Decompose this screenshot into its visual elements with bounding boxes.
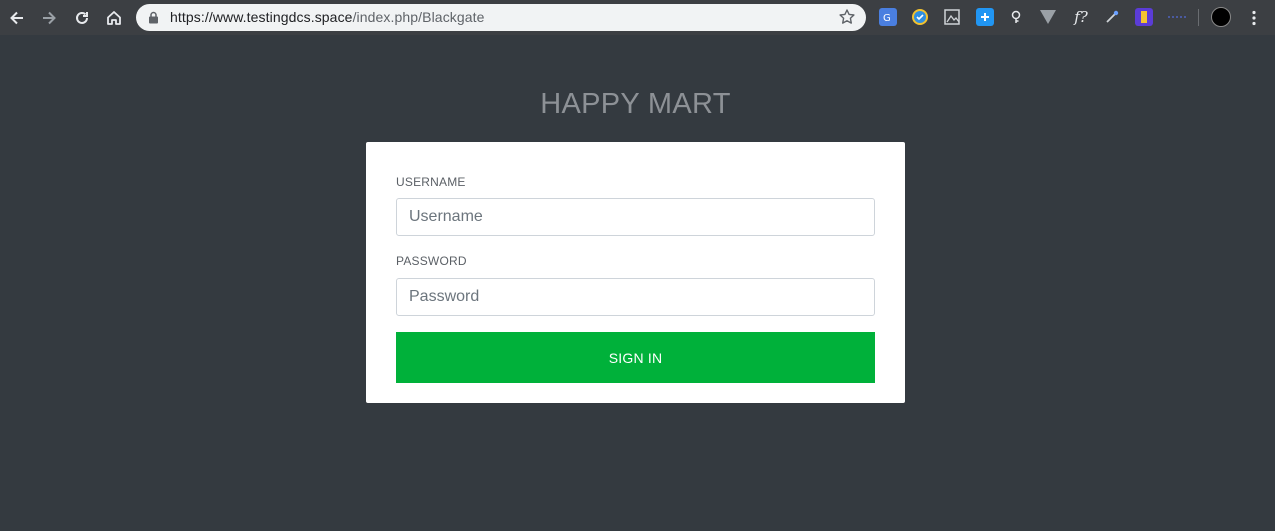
url-path: /index.php/Blackgate bbox=[352, 9, 485, 25]
font-extension-icon[interactable]: f? bbox=[1070, 8, 1092, 26]
dots-extension-icon[interactable] bbox=[1166, 8, 1188, 26]
login-card: USERNAME PASSWORD SIGN IN bbox=[366, 142, 905, 403]
brand-title: HAPPY MART bbox=[540, 88, 731, 120]
reload-button[interactable] bbox=[70, 6, 94, 30]
plus-extension-icon[interactable] bbox=[976, 8, 994, 26]
reload-icon bbox=[76, 11, 88, 24]
url-text: https://www.testingdcs.space/index.php/B… bbox=[170, 9, 485, 25]
star-icon[interactable] bbox=[838, 8, 856, 26]
lock-icon bbox=[149, 11, 158, 24]
sign-in-button[interactable]: SIGN IN bbox=[396, 332, 875, 383]
check-extension-icon[interactable] bbox=[911, 8, 929, 26]
forward-button[interactable] bbox=[37, 6, 61, 30]
key-extension-icon[interactable] bbox=[1008, 8, 1026, 26]
vertical-dots-icon bbox=[1252, 10, 1256, 26]
password-input[interactable] bbox=[396, 278, 875, 316]
translate-extension-icon[interactable]: G bbox=[879, 8, 897, 26]
browser-toolbar: https://www.testingdcs.space/index.php/B… bbox=[0, 0, 1275, 35]
arrow-left-icon bbox=[10, 11, 23, 25]
username-input[interactable] bbox=[396, 198, 875, 236]
home-button[interactable] bbox=[102, 6, 126, 30]
ruler-extension-icon[interactable] bbox=[1135, 8, 1153, 26]
home-icon bbox=[107, 11, 121, 25]
profile-avatar[interactable] bbox=[1211, 7, 1231, 27]
screenshot-extension-icon[interactable] bbox=[943, 8, 961, 26]
eyedropper-extension-icon[interactable] bbox=[1103, 8, 1121, 26]
password-label: PASSWORD bbox=[396, 254, 467, 268]
vue-extension-icon[interactable] bbox=[1039, 8, 1057, 26]
browser-menu-button[interactable] bbox=[1242, 6, 1266, 30]
svg-text:G: G bbox=[883, 13, 891, 23]
url-host: https://www.testingdcs.space bbox=[170, 9, 353, 25]
toolbar-divider bbox=[1198, 9, 1199, 26]
username-label: USERNAME bbox=[396, 175, 466, 189]
back-button[interactable] bbox=[5, 6, 29, 30]
address-bar[interactable]: https://www.testingdcs.space/index.php/B… bbox=[136, 4, 866, 31]
arrow-right-icon bbox=[43, 11, 56, 25]
